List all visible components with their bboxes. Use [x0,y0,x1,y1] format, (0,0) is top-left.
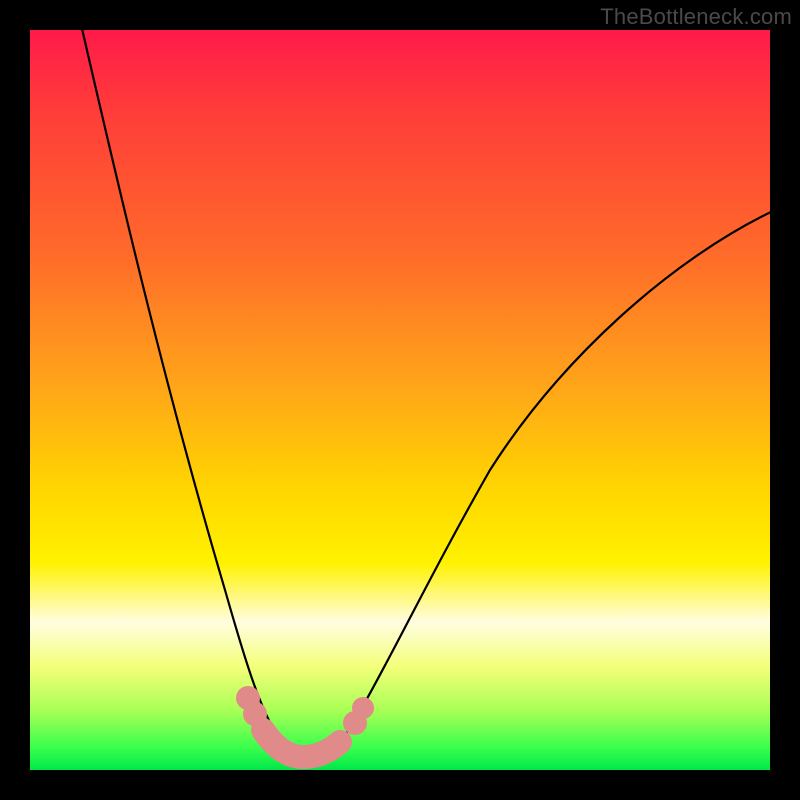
chart-frame: TheBottleneck.com [0,0,800,800]
minimum-highlight-dot [352,697,374,719]
minimum-highlight [263,730,340,757]
watermark-text: TheBottleneck.com [600,4,792,30]
minimum-highlight-dot [243,702,267,726]
bottleneck-curve [80,30,770,758]
plot-area [30,30,770,770]
curve-layer [30,30,770,770]
